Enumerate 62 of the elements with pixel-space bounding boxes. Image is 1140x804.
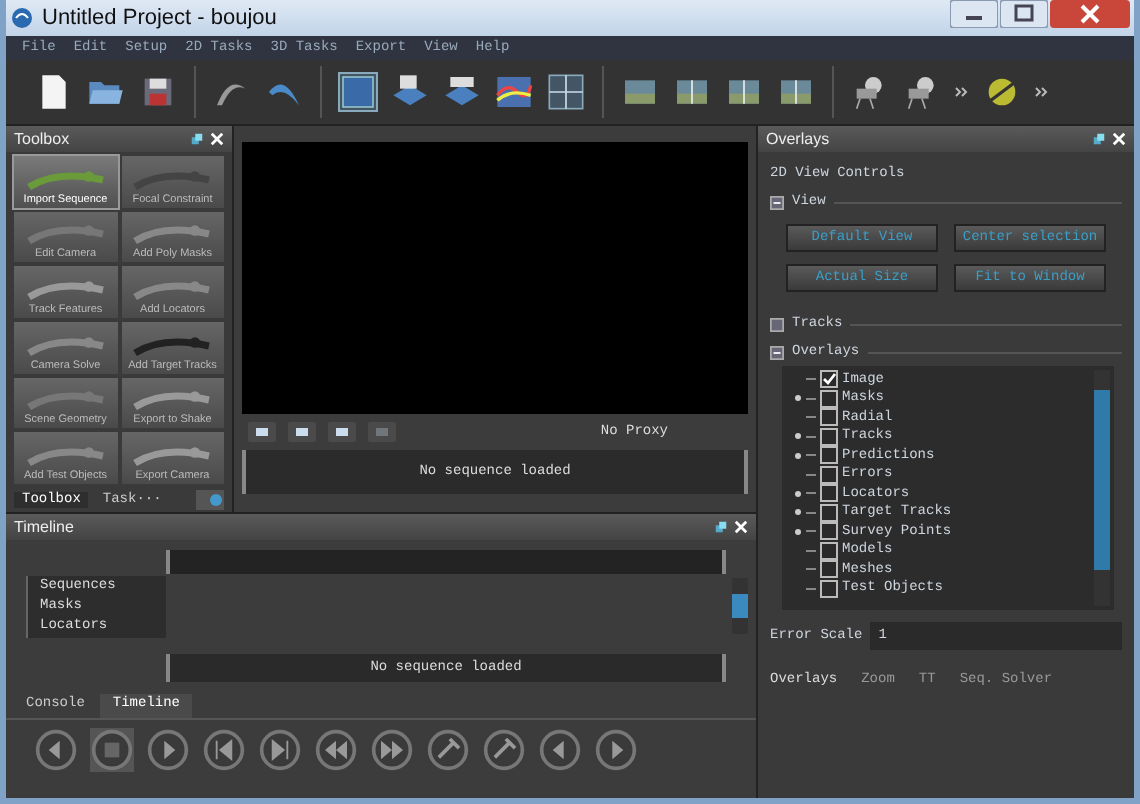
playback-button[interactable] xyxy=(90,728,134,772)
tool-icon xyxy=(21,220,110,249)
checkbox[interactable] xyxy=(820,560,838,579)
expand-icon[interactable] xyxy=(794,489,802,498)
checkbox[interactable] xyxy=(820,579,838,598)
collapse-toggle[interactable] xyxy=(770,195,784,209)
expand-icon[interactable] xyxy=(794,394,802,403)
playback-button[interactable] xyxy=(370,728,414,772)
checkbox[interactable] xyxy=(820,389,838,408)
panel-title: Timeline xyxy=(14,518,76,536)
viewer-tool-icon[interactable] xyxy=(288,422,316,442)
tool-icon xyxy=(21,386,110,415)
playback-button[interactable] xyxy=(594,728,638,772)
close-icon[interactable] xyxy=(734,520,748,534)
expand-icon[interactable] xyxy=(794,527,802,536)
playback-button[interactable] xyxy=(202,728,246,772)
checkbox[interactable] xyxy=(820,408,838,427)
checkbox[interactable] xyxy=(820,370,838,389)
window-title: Untitled Project - boujou xyxy=(42,6,279,30)
playback-button[interactable] xyxy=(482,728,526,772)
chevron-icon[interactable] xyxy=(1034,84,1050,100)
tool-icon xyxy=(21,442,110,470)
collapse-toggle[interactable] xyxy=(770,317,784,331)
checkbox[interactable] xyxy=(820,541,838,560)
checkbox[interactable] xyxy=(820,446,838,465)
panel-title: Toolbox xyxy=(14,130,72,148)
scrollbar[interactable] xyxy=(1094,370,1110,606)
minimize-button[interactable] xyxy=(950,0,998,28)
graph-icon[interactable] xyxy=(494,72,534,112)
tool-icon xyxy=(21,331,110,360)
playback-button[interactable] xyxy=(538,728,582,772)
viewer-tool-icon[interactable] xyxy=(328,422,356,442)
playback-button[interactable] xyxy=(426,728,470,772)
tool-icon xyxy=(21,165,110,194)
viewer-tool-icon[interactable] xyxy=(248,422,276,442)
checkbox[interactable] xyxy=(820,522,838,541)
checkbox[interactable] xyxy=(820,427,838,446)
dock-icon[interactable] xyxy=(190,132,204,146)
checkbox[interactable] xyxy=(820,503,838,522)
checkbox[interactable] xyxy=(820,465,838,484)
close-icon[interactable] xyxy=(210,132,224,146)
chevron-icon[interactable] xyxy=(954,84,970,100)
scrollbar[interactable] xyxy=(732,578,748,634)
maximize-button[interactable] xyxy=(1000,0,1048,28)
playback-button[interactable] xyxy=(34,728,78,772)
expand-icon[interactable] xyxy=(794,508,802,517)
tool-icon xyxy=(21,275,110,304)
expand-icon[interactable] xyxy=(794,432,802,441)
expand-icon[interactable] xyxy=(794,451,802,460)
dock-icon[interactable] xyxy=(714,520,728,534)
close-button[interactable] xyxy=(1050,0,1130,28)
collapse-toggle[interactable] xyxy=(770,345,784,359)
playback-button[interactable] xyxy=(146,728,190,772)
app-logo-icon xyxy=(10,6,34,30)
playback-button[interactable] xyxy=(314,728,358,772)
dock-icon[interactable] xyxy=(1092,132,1106,146)
checkbox[interactable] xyxy=(820,484,838,503)
view-2d-icon[interactable] xyxy=(338,72,378,112)
close-icon[interactable] xyxy=(1112,132,1126,146)
playback-button[interactable] xyxy=(258,728,302,772)
grid-icon[interactable] xyxy=(546,72,586,112)
panel-title: Overlays xyxy=(766,130,832,148)
